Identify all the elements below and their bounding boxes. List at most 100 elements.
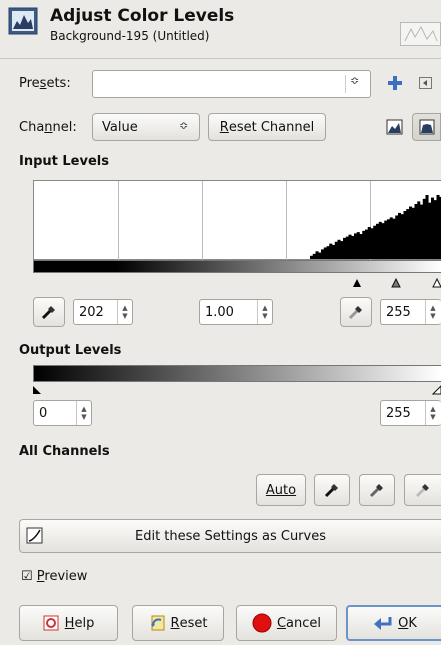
histogram-bin xyxy=(428,202,432,259)
dialog-title: Adjust Color Levels xyxy=(50,6,235,26)
histogram-bin xyxy=(351,235,355,259)
output-high-handle[interactable] xyxy=(431,384,441,399)
histogram-bin xyxy=(431,197,435,259)
histogram-bin xyxy=(417,201,421,259)
spin-arrows-icon[interactable]: ▲ ▼ xyxy=(76,401,91,425)
histogram-bin xyxy=(436,195,440,259)
help-icon xyxy=(43,615,59,631)
histogram-bin xyxy=(329,243,333,259)
output-low-spin[interactable]: 0 ▲ ▼ xyxy=(33,400,92,426)
auto-button[interactable]: Auto xyxy=(256,474,306,506)
histogram-bin xyxy=(400,214,404,259)
histogram-bin xyxy=(389,217,393,259)
input-levels-title: Input Levels xyxy=(19,154,109,169)
output-gradient-bar xyxy=(33,365,441,382)
pick-all-black-button[interactable] xyxy=(314,474,350,506)
histogram-bin xyxy=(392,218,396,259)
input-gamma-handle[interactable] xyxy=(391,277,401,292)
preview-checkbox[interactable]: ☑ Preview xyxy=(21,569,87,584)
output-high-spin[interactable]: 255 ▲ ▼ xyxy=(380,400,441,426)
header-divider xyxy=(0,58,441,59)
reset-button[interactable]: Reset xyxy=(132,605,224,641)
histogram-bin xyxy=(365,229,369,259)
pick-all-gray-button[interactable] xyxy=(359,474,395,506)
eyedropper-icon xyxy=(324,484,338,498)
edit-as-curves-button[interactable]: Edit these Settings as Curves xyxy=(19,519,441,553)
help-button[interactable]: Help xyxy=(19,605,118,641)
histogram-bin xyxy=(376,223,380,259)
pick-white-point-button[interactable] xyxy=(340,297,372,327)
histogram-plot xyxy=(310,195,441,259)
histogram-bin xyxy=(414,203,418,259)
cancel-button[interactable]: Cancel xyxy=(236,605,337,641)
channel-combo[interactable]: Value ≎ xyxy=(92,113,200,141)
ok-button[interactable]: OK xyxy=(346,605,441,641)
histogram-bin xyxy=(323,247,327,259)
histogram-bin xyxy=(310,255,314,259)
histogram-bin xyxy=(367,227,371,259)
ok-icon xyxy=(374,617,392,630)
histogram-bin xyxy=(387,219,391,259)
spin-arrows-icon[interactable]: ▲ ▼ xyxy=(257,300,272,324)
all-channels-title: All Channels xyxy=(19,444,110,459)
image-thumbnail xyxy=(400,22,441,46)
histogram-bin xyxy=(425,195,429,259)
histogram-bin xyxy=(334,241,338,259)
channel-dropdown-icon: ≎ xyxy=(179,119,189,132)
pick-all-white-button[interactable] xyxy=(404,474,441,506)
histogram-bin xyxy=(370,228,374,259)
histogram-bin xyxy=(422,198,426,259)
levels-icon xyxy=(8,7,38,35)
channel-value: Value xyxy=(102,119,138,135)
input-gradient-bar xyxy=(33,260,441,273)
spin-arrows-icon[interactable]: ▲ ▼ xyxy=(117,300,132,324)
eyedropper-icon xyxy=(415,484,429,498)
histogram-bin xyxy=(343,237,347,259)
curves-icon xyxy=(26,527,43,544)
input-histogram xyxy=(33,180,441,261)
checkbox-icon: ☑ xyxy=(21,569,33,584)
pick-black-point-button[interactable] xyxy=(33,297,65,327)
log-histogram-icon xyxy=(419,119,434,135)
reset-icon xyxy=(150,615,165,631)
linear-histogram-icon[interactable] xyxy=(383,115,407,139)
histogram-bin xyxy=(362,230,366,259)
input-high-handle[interactable] xyxy=(432,277,441,292)
histogram-bin xyxy=(378,221,382,259)
eyedropper-icon xyxy=(369,484,383,498)
histogram-bin xyxy=(356,232,360,259)
input-gamma-spin[interactable]: 1.00 ▲ ▼ xyxy=(199,299,273,325)
histogram-bin xyxy=(354,233,358,259)
spin-arrows-icon[interactable]: ▲ ▼ xyxy=(425,300,440,324)
add-preset-icon[interactable] xyxy=(387,75,403,91)
histogram-bin xyxy=(312,253,316,259)
input-low-spin[interactable]: 202 ▲ ▼ xyxy=(73,299,133,325)
histogram-bin xyxy=(398,212,402,259)
input-low-handle[interactable] xyxy=(352,277,362,292)
spin-arrows-icon[interactable]: ▲ ▼ xyxy=(425,401,440,425)
combo-arrows-icon xyxy=(345,75,346,93)
output-low-handle[interactable] xyxy=(32,384,42,399)
histogram-bin xyxy=(348,234,352,259)
histogram-bin xyxy=(409,206,413,259)
histogram-bin xyxy=(384,220,388,259)
histogram-bin xyxy=(315,251,319,259)
histogram-bin xyxy=(420,204,424,259)
histogram-bin xyxy=(340,241,344,259)
output-levels-title: Output Levels xyxy=(19,343,122,358)
eyedropper-icon xyxy=(41,306,55,320)
reset-channel-button[interactable]: Reset Channel xyxy=(208,113,326,141)
histogram-bin xyxy=(337,239,341,259)
log-histogram-button[interactable] xyxy=(412,113,441,141)
eyedropper-icon xyxy=(348,306,362,320)
histogram-bin xyxy=(433,200,437,259)
histogram-bin xyxy=(395,215,399,259)
presets-combo[interactable]: ≎ xyxy=(92,70,371,98)
histogram-bin xyxy=(318,252,322,259)
histogram-bin xyxy=(411,207,415,259)
histogram-bin xyxy=(321,249,325,259)
histogram-bin xyxy=(403,211,407,259)
histogram-bin xyxy=(326,246,330,259)
presets-menu-icon[interactable] xyxy=(418,75,434,91)
input-high-spin[interactable]: 255 ▲ ▼ xyxy=(380,299,441,325)
